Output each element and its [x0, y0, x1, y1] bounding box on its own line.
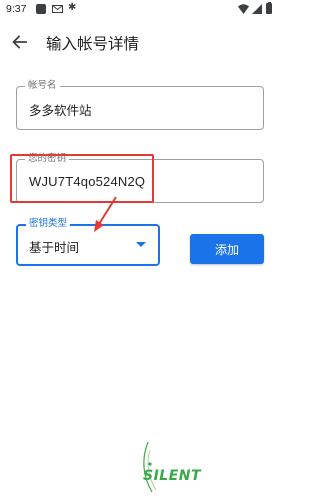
account-name-label: 帐号名	[25, 80, 60, 92]
battery-icon	[266, 1, 272, 14]
key-type-label: 密钥类型	[26, 218, 71, 230]
arrow-left-icon[interactable]	[10, 32, 30, 52]
dropdown-arrow-icon	[136, 242, 146, 247]
key-type-dropdown[interactable]: 密钥类型 基于时间	[16, 218, 160, 266]
key-type-value: 基于时间	[29, 240, 80, 255]
page-title: 输入帐号详情	[46, 35, 140, 53]
account-name-value: 多多软件站	[29, 103, 92, 118]
square-notification-icon	[36, 4, 46, 14]
cell-signal-icon	[252, 4, 262, 14]
annotation-highlight-box	[10, 154, 154, 203]
account-name-field[interactable]: 帐号名 多多软件站	[16, 80, 264, 130]
status-bar: 9:37 ✱	[0, 0, 280, 18]
wifi-icon	[238, 4, 249, 14]
bug-icon: ✱	[68, 2, 77, 13]
watermark-text: SILENT	[143, 468, 202, 484]
add-button[interactable]: 添加	[190, 234, 264, 264]
status-time: 9:37	[6, 3, 27, 15]
app-bar: 输入帐号详情	[0, 18, 280, 66]
mail-icon	[52, 5, 63, 13]
